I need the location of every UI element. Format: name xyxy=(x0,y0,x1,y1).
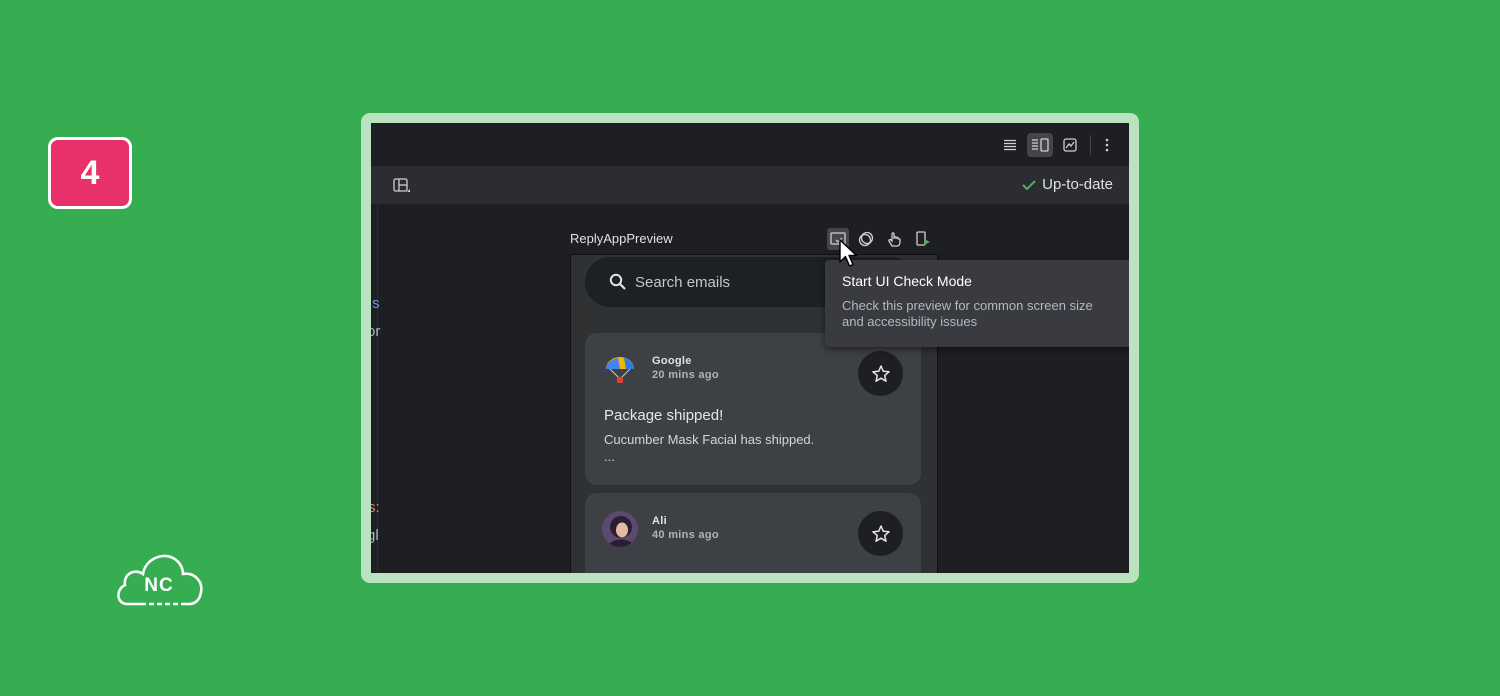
code-view-button[interactable] xyxy=(997,133,1023,157)
search-placeholder: Search emails xyxy=(635,273,731,291)
avatar xyxy=(602,351,638,387)
code-fragment: .s xyxy=(371,295,380,312)
email-sender: Ali xyxy=(652,515,667,527)
preview-name: ReplyAppPreview xyxy=(570,231,673,246)
toolbar-separator xyxy=(1090,135,1091,155)
interactive-mode-button[interactable] xyxy=(883,228,905,250)
design-view-icon xyxy=(1063,138,1077,152)
nc-logo-text: NC xyxy=(144,575,174,596)
star-button[interactable] xyxy=(858,351,903,396)
tooltip-title: Start UI Check Mode xyxy=(842,273,972,289)
email-time: 20 mins ago xyxy=(652,369,719,381)
more-options-button[interactable] xyxy=(1094,133,1120,157)
touch-icon xyxy=(888,231,901,247)
design-view-button[interactable] xyxy=(1057,133,1083,157)
email-time: 40 mins ago xyxy=(652,529,719,541)
screenshot-frame: Up-to-date .s or s: gl ReplyAppPreview xyxy=(361,113,1139,583)
avatar xyxy=(602,511,638,547)
check-icon xyxy=(1022,179,1036,190)
split-view-icon xyxy=(1032,138,1049,152)
star-outline-icon xyxy=(871,364,890,382)
nc-logo: NC xyxy=(113,550,205,610)
search-icon xyxy=(609,273,626,290)
step-number-badge: 4 xyxy=(48,137,132,209)
tooltip-description: Check this preview for common screen siz… xyxy=(842,298,1093,329)
email-ellipsis: ... xyxy=(604,449,615,464)
email-card[interactable]: Ali 40 mins ago xyxy=(585,493,921,573)
build-status: Up-to-date xyxy=(1022,176,1113,193)
mouse-pointer-icon xyxy=(839,239,858,267)
email-card[interactable]: Google 20 mins ago Package shipped! Cucu… xyxy=(585,333,921,485)
email-subject: Package shipped! xyxy=(604,407,724,424)
run-on-device-button[interactable] xyxy=(912,228,934,250)
star-button[interactable] xyxy=(858,511,903,556)
code-fragment: gl xyxy=(371,527,379,544)
editor-toolbar xyxy=(371,123,1129,167)
ui-check-tooltip: Start UI Check Mode Check this preview f… xyxy=(825,260,1129,347)
email-sender: Google xyxy=(652,355,692,367)
preview-subtoolbar: Up-to-date xyxy=(371,167,1129,204)
person-avatar-icon xyxy=(602,511,638,547)
more-vertical-icon xyxy=(1105,138,1109,152)
code-fragment: s: xyxy=(371,499,380,516)
run-device-icon xyxy=(916,231,930,246)
email-preview-text: Cucumber Mask Facial has shipped. xyxy=(604,432,815,447)
build-status-text: Up-to-date xyxy=(1042,176,1113,193)
google-avatar-icon xyxy=(602,351,638,387)
code-view-icon xyxy=(1004,139,1016,151)
editor-gutter-edge xyxy=(377,204,378,573)
layout-panel-icon xyxy=(393,178,410,192)
split-view-button[interactable] xyxy=(1027,133,1053,157)
animation-icon xyxy=(858,231,874,247)
ide-window: Up-to-date .s or s: gl ReplyAppPreview xyxy=(371,123,1129,573)
code-fragment: or xyxy=(371,323,381,340)
star-outline-icon xyxy=(871,524,890,542)
layout-toggle-button[interactable] xyxy=(393,177,411,200)
